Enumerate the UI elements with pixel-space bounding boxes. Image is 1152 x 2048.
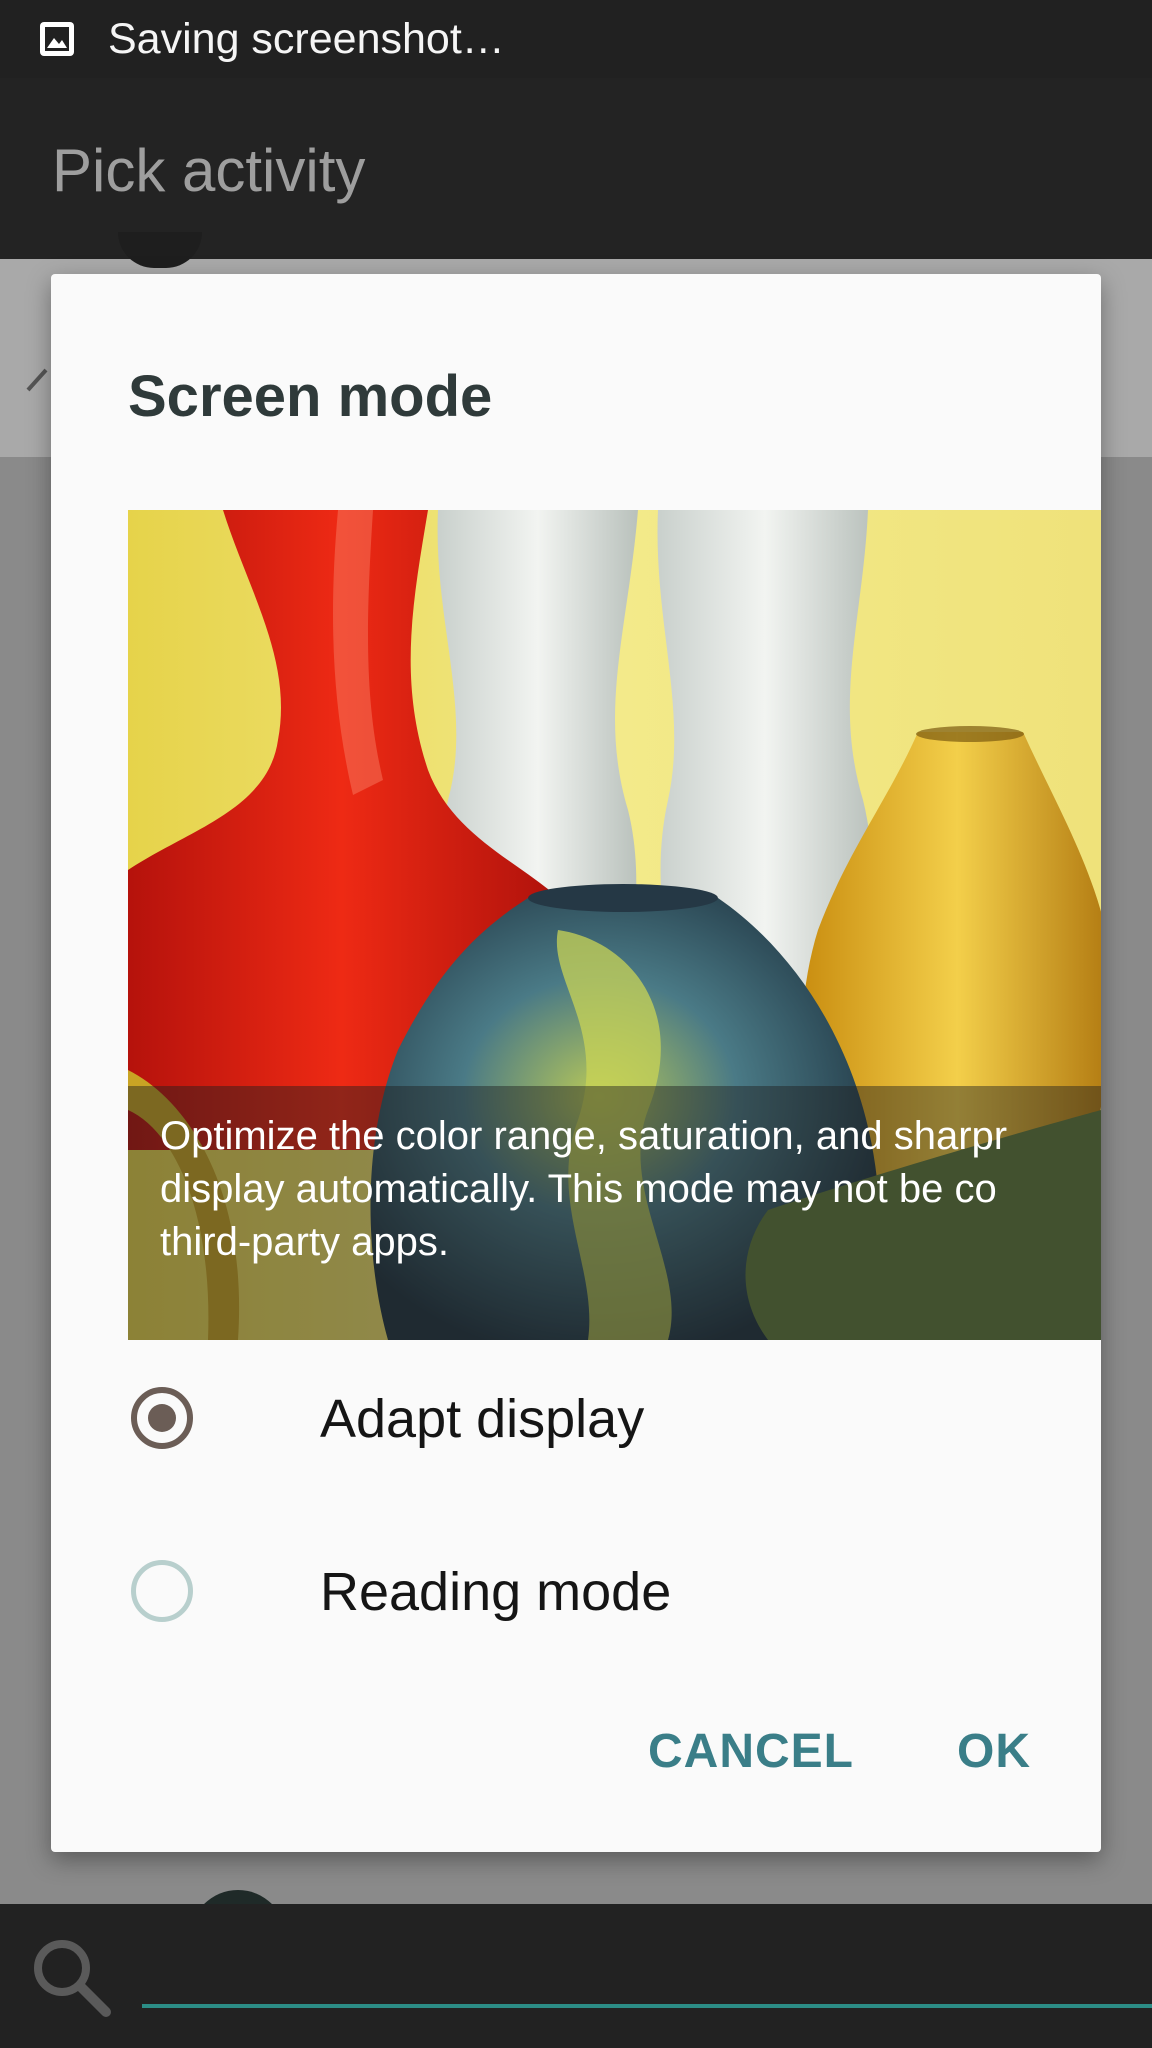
dialog-title: Screen mode [128,364,493,429]
page-title: Pick activity [52,137,366,204]
radio-unchecked-icon[interactable] [131,1560,193,1622]
option-label: Reading mode [320,1562,672,1622]
cancel-button[interactable]: CANCEL [648,1714,854,1790]
search-input[interactable] [142,1934,1152,2008]
ok-button[interactable]: OK [957,1714,1031,1790]
status-bar: Saving screenshot… [0,0,1152,78]
mode-description: Optimize the color range, saturation, an… [160,1114,1008,1264]
search-bar [0,1904,1152,2048]
option-label: Adapt display [320,1389,645,1449]
status-text: Saving screenshot… [108,15,505,63]
screen-mode-dialog: Screen mode Optimize the color range, sa… [51,274,1101,1852]
option-adapt-display[interactable]: Adapt display [128,1366,1101,1486]
image-icon [40,22,74,56]
search-icon[interactable] [28,1934,114,2020]
preview-image: Optimize the color range, saturation, an… [128,510,1101,1340]
radio-checked-icon[interactable] [131,1387,193,1449]
option-reading-mode[interactable]: Reading mode [128,1539,1101,1659]
